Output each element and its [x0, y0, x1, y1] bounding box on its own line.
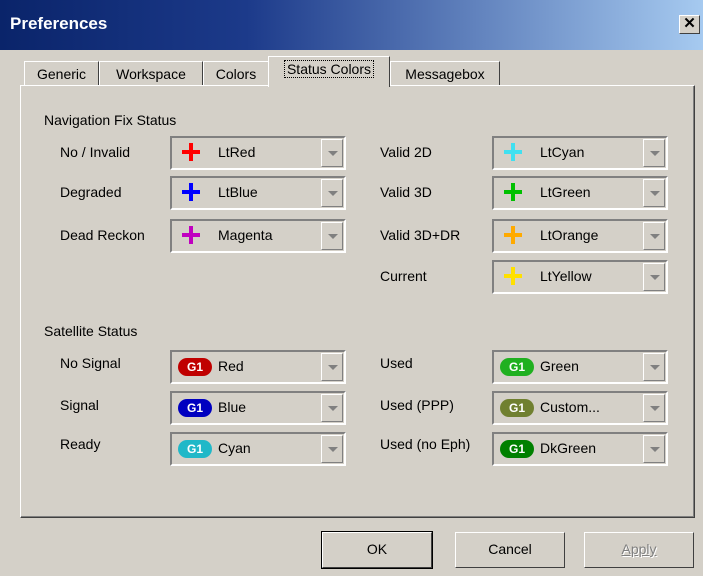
chevron-down-icon[interactable]: [643, 435, 665, 463]
tab-colors[interactable]: Colors: [203, 61, 269, 87]
sat-value-signal: Blue: [218, 399, 247, 415]
plus-icon: [504, 267, 522, 285]
plus-icon: [182, 143, 200, 161]
nav-value-current: LtYellow: [540, 268, 592, 284]
chevron-down-icon[interactable]: [321, 222, 343, 250]
sat-label-no-signal: No Signal: [60, 355, 121, 371]
sat-label-ready: Ready: [60, 436, 101, 452]
sat-combo-signal[interactable]: G1 Blue: [170, 391, 346, 425]
nav-value-valid-3d: LtGreen: [540, 184, 591, 200]
plus-icon: [182, 183, 200, 201]
nav-value-no-invalid: LtRed: [218, 144, 256, 160]
nav-combo-valid-3d-dr[interactable]: LtOrange: [492, 219, 668, 253]
nav-label-valid-3d-dr: Valid 3D+DR: [380, 227, 461, 243]
sat-combo-used-ppp[interactable]: G1 Custom...: [492, 391, 668, 425]
satellite-section-title: Satellite Status: [44, 323, 138, 339]
apply-button-label: Apply: [621, 541, 657, 557]
title-bar[interactable]: Preferences ✕: [0, 0, 703, 50]
sat-label-used-ppp: Used (PPP): [380, 397, 454, 413]
nav-label-valid-3d: Valid 3D: [380, 184, 432, 200]
chevron-down-icon[interactable]: [643, 353, 665, 381]
tab-messagebox[interactable]: Messagebox: [390, 61, 500, 87]
chevron-down-icon[interactable]: [643, 222, 665, 250]
nav-combo-no-invalid[interactable]: LtRed: [170, 136, 346, 170]
preferences-window: Preferences ✕ Generic Workspace Colors S…: [0, 0, 703, 576]
tab-status-colors-label: Status Colors: [283, 60, 375, 78]
plus-icon: [504, 183, 522, 201]
sat-combo-ready[interactable]: G1 Cyan: [170, 432, 346, 466]
nav-combo-dead-reckon[interactable]: Magenta: [170, 219, 346, 253]
sat-label-signal: Signal: [60, 397, 99, 413]
plus-icon: [182, 226, 200, 244]
nav-value-dead-reckon: Magenta: [218, 227, 273, 243]
apply-button: Apply: [584, 532, 694, 568]
chevron-down-icon[interactable]: [321, 139, 343, 167]
chevron-down-icon[interactable]: [321, 353, 343, 381]
nav-value-valid-2d: LtCyan: [540, 144, 585, 160]
tab-workspace-label: Workspace: [116, 66, 186, 82]
ok-button[interactable]: OK: [321, 531, 433, 569]
tab-status-colors[interactable]: Status Colors: [268, 56, 390, 87]
tab-colors-label: Colors: [215, 66, 257, 82]
tab-messagebox-label: Messagebox: [405, 66, 485, 82]
satellite-badge-icon: G1: [500, 399, 534, 417]
nav-fix-section-title: Navigation Fix Status: [44, 112, 177, 128]
window-title: Preferences: [10, 14, 108, 33]
nav-label-valid-2d: Valid 2D: [380, 144, 432, 160]
nav-label-degraded: Degraded: [60, 184, 122, 200]
chevron-down-icon[interactable]: [321, 179, 343, 207]
cancel-button[interactable]: Cancel: [455, 532, 565, 568]
sat-value-ready: Cyan: [218, 440, 251, 456]
sat-value-used-no-eph: DkGreen: [540, 440, 597, 456]
chevron-down-icon[interactable]: [321, 394, 343, 422]
satellite-badge-icon: G1: [178, 399, 212, 417]
satellite-badge-icon: G1: [178, 358, 212, 376]
nav-combo-current[interactable]: LtYellow: [492, 260, 668, 294]
close-icon[interactable]: ✕: [679, 15, 700, 34]
sat-label-used-no-eph: Used (no Eph): [380, 436, 471, 452]
chevron-down-icon[interactable]: [643, 263, 665, 291]
nav-combo-valid-2d[interactable]: LtCyan: [492, 136, 668, 170]
sat-value-used: Green: [540, 358, 579, 374]
chevron-down-icon[interactable]: [643, 394, 665, 422]
satellite-badge-icon: G1: [500, 358, 534, 376]
chevron-down-icon[interactable]: [643, 179, 665, 207]
tab-workspace[interactable]: Workspace: [99, 61, 203, 87]
tab-generic[interactable]: Generic: [24, 61, 99, 87]
nav-label-no-invalid: No / Invalid: [60, 144, 131, 160]
nav-label-dead-reckon: Dead Reckon: [60, 227, 145, 243]
nav-value-valid-3d-dr: LtOrange: [540, 227, 599, 243]
tab-generic-label: Generic: [36, 66, 87, 82]
chevron-down-icon[interactable]: [321, 435, 343, 463]
sat-combo-no-signal[interactable]: G1 Red: [170, 350, 346, 384]
nav-label-current: Current: [380, 268, 427, 284]
nav-combo-degraded[interactable]: LtBlue: [170, 176, 346, 210]
chevron-down-icon[interactable]: [643, 139, 665, 167]
nav-value-degraded: LtBlue: [218, 184, 258, 200]
satellite-badge-icon: G1: [178, 440, 212, 458]
satellite-badge-icon: G1: [500, 440, 534, 458]
sat-value-no-signal: Red: [218, 358, 244, 374]
sat-combo-used[interactable]: G1 Green: [492, 350, 668, 384]
plus-icon: [504, 143, 522, 161]
cancel-button-label: Cancel: [488, 541, 532, 557]
nav-combo-valid-3d[interactable]: LtGreen: [492, 176, 668, 210]
sat-label-used: Used: [380, 355, 413, 371]
plus-icon: [504, 226, 522, 244]
ok-button-label: OK: [366, 541, 388, 557]
sat-combo-used-no-eph[interactable]: G1 DkGreen: [492, 432, 668, 466]
sat-value-used-ppp: Custom...: [540, 399, 600, 415]
